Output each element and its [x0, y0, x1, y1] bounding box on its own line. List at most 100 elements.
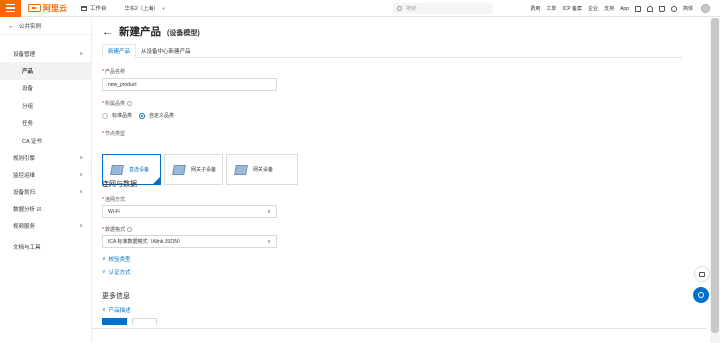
sidebar-group-label: 设备划归 — [13, 190, 36, 196]
link-app[interactable]: App — [620, 6, 629, 12]
help-icon[interactable] — [670, 5, 677, 12]
cart-icon[interactable] — [658, 5, 665, 12]
product-name-label: *产品名称 — [102, 69, 125, 75]
back-arrow-icon: ← — [8, 22, 15, 30]
data-format-select[interactable]: ICA 标准数据格式（Alink JSON） ∨ — [102, 235, 277, 248]
sidebar-item-ca[interactable]: CA 证书 — [0, 132, 91, 150]
chevron-down-icon: ∨ — [79, 223, 83, 229]
sidebar-group-device-mgmt[interactable]: 设备管理 ∧ — [0, 45, 91, 62]
device-icon — [110, 164, 124, 175]
radio-standard[interactable] — [102, 112, 108, 119]
network-method-select[interactable]: Wi-Fi ∨ — [102, 205, 277, 218]
radio-custom[interactable] — [139, 112, 145, 119]
data-format-label: *数据格式 — [102, 226, 132, 233]
sidebar-group-analytics[interactable]: 数据分析 ☑ — [0, 201, 91, 218]
link-enterprise[interactable]: 企业 — [588, 5, 598, 12]
network-method-label: *连网方式 — [102, 197, 125, 203]
top-right-links: 费用 工单 ICP 备案 企业 支持 App 简体 — [530, 0, 710, 17]
chevron-up-icon: ∧ — [79, 50, 83, 57]
sidebar-group-label: 视频服务 — [13, 224, 36, 230]
product-description-label: 产品描述 — [108, 308, 131, 314]
scrollbar-thumb[interactable] — [711, 18, 719, 333]
chevron-down-icon: ∨ — [79, 155, 83, 161]
form-footer — [92, 328, 707, 343]
sidebar-back-label: 公共实例 — [19, 24, 42, 30]
sidebar-item-group[interactable]: 分组 — [0, 97, 91, 115]
chevron-down-icon: ∨ — [102, 307, 106, 313]
network-section-title: 连网与数据 — [102, 181, 137, 188]
sidebar-item-product[interactable]: 产品 — [0, 62, 91, 80]
link-support[interactable]: 支持 — [604, 5, 614, 12]
menu-icon[interactable] — [0, 0, 21, 17]
tab-from-device-center[interactable]: 从设备中心新建产品 — [136, 44, 196, 58]
product-description-toggle[interactable]: ∨ 产品描述 — [102, 306, 131, 314]
link-tickets[interactable]: 工单 — [546, 5, 556, 12]
search-icon — [397, 6, 402, 11]
link-fees[interactable]: 费用 — [530, 5, 540, 12]
sidebar-item-task[interactable]: 任务 — [0, 115, 91, 133]
logo-text: 阿里云 — [43, 3, 67, 13]
workbench-link[interactable]: 工作台 — [81, 4, 107, 12]
sidebar-group-label: 规则引擎 — [13, 156, 36, 162]
product-name-input[interactable]: new_product — [102, 78, 277, 91]
confirm-button[interactable] — [102, 318, 127, 325]
sidebar-item-label: 设备 — [22, 86, 34, 93]
search-placeholder: 搜索 — [406, 6, 417, 12]
chat-icon — [698, 292, 704, 298]
page-title: 新建产品 — [119, 26, 161, 38]
link-icp[interactable]: ICP 备案 — [562, 5, 582, 12]
chevron-down-icon: ∨ — [79, 172, 83, 178]
gateway-icon — [234, 164, 248, 175]
region-label: 华东2（上海） — [124, 5, 159, 12]
sidebar-group-rules[interactable]: 规则引擎 ∨ — [0, 150, 91, 167]
feedback-icon — [699, 271, 705, 277]
page-header: ← 新建产品 (设备模型) — [102, 24, 200, 39]
network-method-value: Wi-Fi — [108, 208, 120, 215]
bell-icon[interactable] — [646, 5, 653, 12]
tab-new-product[interactable]: 新建产品 — [102, 44, 137, 58]
logo-icon — [28, 4, 41, 12]
top-bar: 阿里云 工作台 华东2（上海） ▼ 搜索 费用 工单 ICP 备案 企业 支持 … — [0, 0, 720, 17]
screen-icon[interactable] — [634, 5, 641, 12]
back-arrow-icon[interactable]: ← — [102, 26, 113, 38]
chat-button[interactable] — [693, 287, 709, 303]
sidebar-item-label: 产品 — [22, 68, 34, 75]
node-type-sub-device[interactable]: 网关子设备 — [164, 154, 223, 185]
category-radio-custom[interactable]: 自定义品类 — [139, 112, 174, 119]
cancel-button[interactable] — [132, 318, 157, 325]
node-type-label-sub: 网关子设备 — [191, 167, 217, 173]
sidebar-item-label: 任务 — [22, 121, 34, 128]
sidebar-group-docs[interactable]: 文档与工具 — [0, 239, 91, 256]
sidebar-group-video[interactable]: 视频服务 ∨ — [0, 218, 91, 235]
radio-standard-label: 标准品类 — [112, 113, 133, 119]
search-input[interactable]: 搜索 — [393, 3, 493, 14]
sidebar-group-assign[interactable]: 设备划归 ∨ — [0, 184, 91, 201]
sidebar-group-label: 文档与工具 — [13, 245, 41, 251]
chevron-down-icon: ∨ — [102, 256, 106, 262]
data-format-value: ICA 标准数据格式（Alink JSON） — [108, 239, 184, 245]
radio-custom-label: 自定义品类 — [149, 113, 175, 119]
sidebar-back[interactable]: ← 公共实例 — [0, 18, 91, 35]
chevron-down-icon: ∨ — [102, 269, 106, 275]
sidebar-group-label: 数据分析 ☑ — [13, 207, 42, 213]
avatar[interactable] — [701, 4, 710, 13]
feedback-button[interactable] — [694, 266, 710, 282]
chevron-down-icon: ∨ — [267, 208, 271, 215]
category-label: *所属品类 — [102, 100, 132, 107]
main-content: ← 新建产品 (设备模型) 新建产品 从设备中心新建产品 *产品名称 new_p… — [92, 18, 707, 343]
node-type-gateway[interactable]: 网关设备 — [226, 154, 298, 185]
chevron-down-icon: ∨ — [267, 238, 271, 245]
logo[interactable]: 阿里云 — [28, 3, 67, 14]
help-icon — [126, 227, 132, 233]
category-radio-standard[interactable]: 标准品类 — [102, 112, 132, 119]
sidebar-group-monitor[interactable]: 监控运维 ∨ — [0, 167, 91, 184]
chevron-down-icon: ∨ — [79, 189, 83, 195]
validation-type-toggle[interactable]: ∨ 校验类型 — [102, 255, 131, 263]
auth-method-toggle[interactable]: ∨ 认证方式 — [102, 268, 131, 276]
node-type-label-direct: 直连设备 — [129, 167, 150, 173]
sidebar-group-label: 监控运维 — [13, 173, 36, 179]
language-link[interactable]: 简体 — [683, 5, 693, 12]
auth-method-label: 认证方式 — [108, 270, 131, 276]
sidebar-item-device[interactable]: 设备 — [0, 80, 91, 98]
region-selector[interactable]: 华东2（上海） ▼ — [125, 5, 166, 12]
